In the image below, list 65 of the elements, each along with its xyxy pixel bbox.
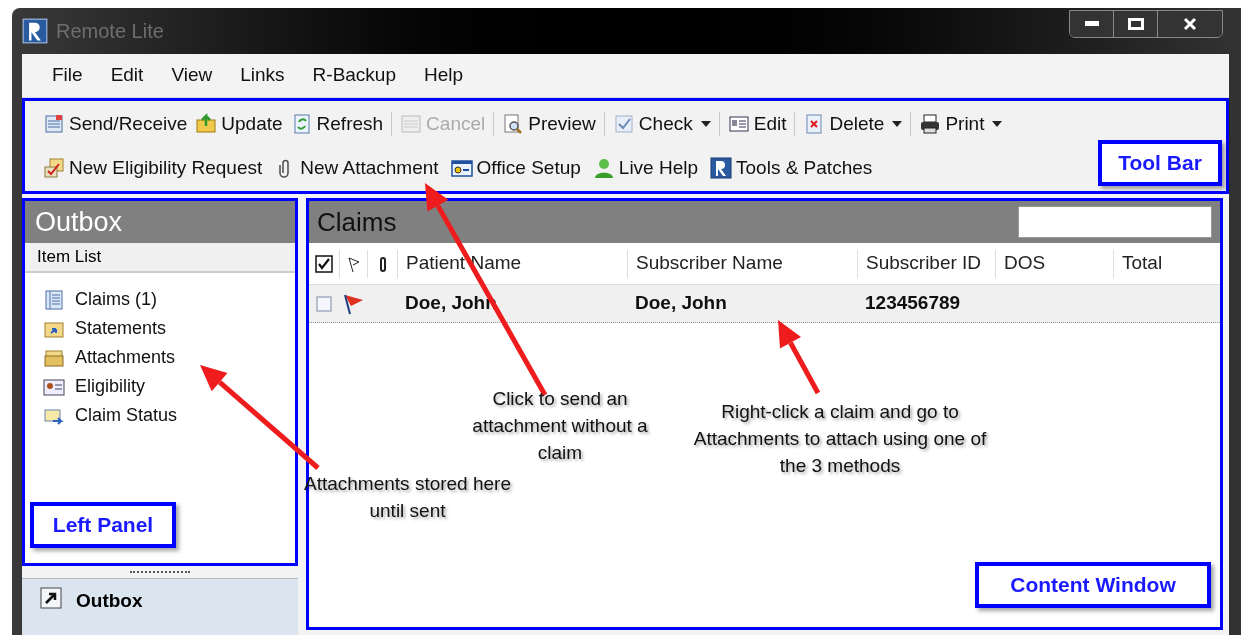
callout-label: Left Panel (30, 502, 176, 548)
folder-arrow-icon (195, 113, 218, 135)
window-title: Remote Lite (56, 19, 164, 44)
panel-title: Outbox (25, 201, 295, 243)
toolbar-button[interactable]: Delete (803, 109, 903, 139)
menu-item[interactable]: R-Backup (312, 61, 396, 90)
menu-item[interactable]: Help (424, 61, 464, 90)
toolbar-button[interactable]: New Eligibility Request (43, 153, 263, 183)
column-header[interactable]: Subscriber Name (627, 249, 857, 278)
shortcut-icon (40, 587, 62, 609)
list-icon (43, 288, 65, 311)
nav-item[interactable]: Attachments (43, 343, 295, 372)
window-icon (450, 157, 473, 179)
toolbar-button[interactable]: Live Help (592, 153, 699, 183)
content-title: Claims (317, 205, 397, 239)
toolbar-button[interactable]: Office Setup (450, 153, 581, 183)
nav-item[interactable]: Claims (1) (43, 285, 295, 314)
printer-icon (919, 113, 942, 135)
callout-label: Content Window (975, 562, 1211, 608)
toolbar-button[interactable]: Edit (727, 109, 787, 139)
envelope-stack-icon (43, 113, 65, 135)
minimize-icon (1084, 21, 1099, 27)
close-icon (1183, 17, 1197, 31)
column-header[interactable]: Subscriber ID (857, 249, 995, 278)
menu-item[interactable]: View (171, 61, 213, 90)
search-field[interactable] (1018, 206, 1212, 238)
person-icon (592, 157, 615, 179)
nav-item[interactable]: Statements (43, 314, 295, 343)
flag-icon (346, 255, 361, 272)
paperclip-icon (377, 254, 388, 273)
outbox-button[interactable]: Outbox (22, 578, 298, 635)
maximize-button[interactable] (1114, 11, 1158, 37)
nav-item[interactable]: Eligibility (43, 372, 295, 401)
column-header[interactable]: Total (1113, 249, 1220, 278)
column-header[interactable]: Patient Name (397, 249, 627, 278)
close-button[interactable] (1158, 11, 1222, 37)
menu-item[interactable]: File (52, 61, 83, 90)
toolbar-button[interactable]: Update (195, 109, 283, 139)
logo-icon (710, 157, 733, 179)
toolbar-button[interactable]: Preview (502, 109, 596, 139)
minimize-button[interactable] (1070, 11, 1114, 37)
toolbar-button[interactable]: Check (612, 109, 711, 139)
row-checkbox[interactable] (316, 295, 332, 312)
form-check-icon (43, 157, 65, 179)
menu-item[interactable]: Edit (110, 61, 144, 90)
toolbar-button[interactable]: New Attachment (274, 153, 439, 183)
callout-label: Tool Bar (1098, 140, 1222, 186)
header-checkbox[interactable] (315, 254, 333, 273)
nav-item[interactable]: Claim Status (43, 401, 295, 430)
annotation-text: Right-click a claim and go to Attachments to attach using one of the 3 methods (692, 400, 988, 478)
maximize-icon (1127, 18, 1144, 30)
annotation-text: Click to send an attachment without a claim (471, 387, 649, 465)
menu-item[interactable]: Links (240, 61, 285, 90)
table-cell-text: Doe, John (634, 291, 728, 316)
column-header[interactable]: DOS (995, 249, 1113, 278)
card-icon (727, 113, 750, 135)
toolbar-button[interactable]: Tools & Patches (710, 153, 873, 183)
toolbar-button[interactable]: Print (919, 109, 1003, 139)
logo-icon (22, 18, 48, 44)
toolbar-button[interactable]: Send/Receive (43, 109, 188, 139)
checkbox-icon (612, 113, 635, 135)
document-icon (400, 113, 423, 135)
table-cell-text: 123456789 (864, 291, 962, 316)
panel-subtitle: Item List (25, 243, 295, 273)
toolbar-button[interactable]: Refresh (290, 109, 384, 139)
